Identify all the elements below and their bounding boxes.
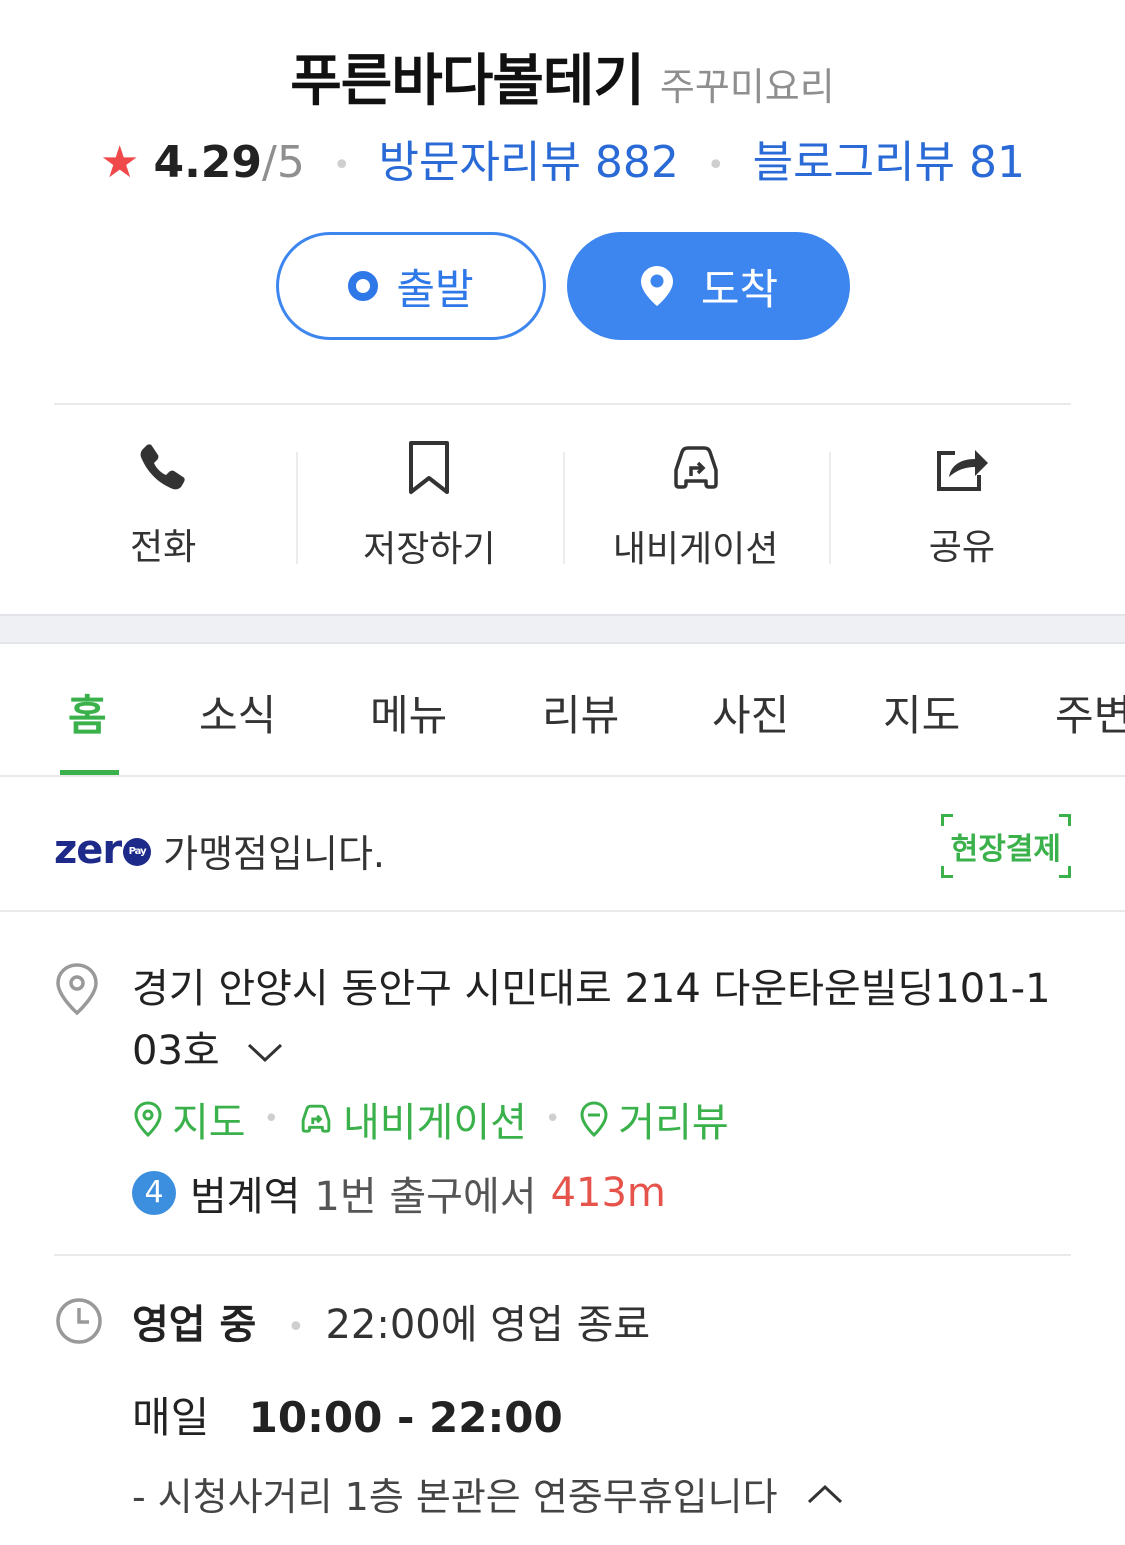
tab-map[interactable]: 지도 <box>883 682 960 743</box>
star-icon: ★ <box>100 137 140 188</box>
active-tab-indicator <box>60 770 119 775</box>
rating-row: ★ 4.29/5 • 방문자리뷰 882 • 블로그리뷰 81 <box>0 126 1125 190</box>
clock-icon <box>56 1298 102 1344</box>
hours-day: 매일 <box>132 1393 210 1442</box>
onsite-payment-badge: 현장결제 <box>940 814 1071 878</box>
separator-dot: • <box>287 1309 305 1345</box>
separator-dot: • <box>706 147 725 183</box>
subway-info: 4 범계역 1번 출구에서 413m <box>132 1164 666 1222</box>
map-link[interactable]: 지도 <box>172 1090 246 1148</box>
address-text[interactable]: 경기 안양시 동안구 시민대로 214 다운타운빌딩101-103호 <box>132 958 1072 1082</box>
tab-menu[interactable]: 메뉴 <box>370 682 447 743</box>
tab-photos[interactable]: 사진 <box>712 682 789 743</box>
chevron-down-icon[interactable] <box>246 1041 284 1065</box>
location-pin-icon <box>640 266 673 306</box>
divider <box>54 1254 1071 1256</box>
separator-dot: • <box>263 1104 279 1134</box>
save-label: 저장하기 <box>363 529 496 570</box>
hours-time: 10:00 - 22:00 <box>248 1393 563 1442</box>
business-hours: 매일 10:00 - 22:00 <box>132 1384 563 1445</box>
place-header: 푸른바다볼테기 주꾸미요리 <box>0 36 1125 117</box>
address-links: 지도 • 내비게이션 • 거리뷰 <box>132 1090 729 1148</box>
tab-news[interactable]: 소식 <box>199 682 276 743</box>
location-pin-icon <box>56 963 98 1016</box>
blog-reviews-link[interactable]: 블로그리뷰 81 <box>753 137 1025 188</box>
start-button[interactable]: 출발 <box>276 232 546 340</box>
arrive-button-label: 도착 <box>700 264 779 314</box>
start-point-icon <box>348 271 379 301</box>
visitor-reviews-link[interactable]: 방문자리뷰 882 <box>379 137 679 188</box>
section-separator <box>0 614 1125 644</box>
chevron-up-icon[interactable] <box>806 1482 844 1506</box>
separator-dot: • <box>332 147 351 183</box>
navigation-action[interactable]: 내비게이션 <box>562 440 829 570</box>
place-title: 푸른바다볼테기 <box>290 49 645 114</box>
separator-dot: • <box>544 1104 561 1134</box>
hours-note[interactable]: - 시청사거리 1층 본관은 연중무휴입니다 <box>132 1466 844 1521</box>
business-status: 영업 중 • 22:00에 영업 종료 <box>132 1292 650 1350</box>
car-navigation-icon <box>301 1104 331 1133</box>
phone-icon <box>140 444 185 490</box>
arrive-button[interactable]: 도착 <box>567 232 850 340</box>
navigation-link[interactable]: 내비게이션 <box>343 1090 527 1148</box>
hours-note-text: - 시청사거리 1층 본관은 연중무휴입니다 <box>132 1475 778 1519</box>
divider <box>54 403 1071 405</box>
navigation-label: 내비게이션 <box>612 529 779 570</box>
station-name: 범계역 <box>190 1174 301 1220</box>
zeropay-row: zer Pay 가맹점입니다. 현장결제 <box>54 800 1071 900</box>
share-action[interactable]: 공유 <box>828 440 1095 570</box>
save-action[interactable]: 저장하기 <box>296 440 562 570</box>
tab-bar: 홈 소식 메뉴 리뷰 사진 지도 주변 <box>0 644 1125 777</box>
station-exit: 1번 출구에서 <box>314 1174 537 1220</box>
street-view-icon <box>580 1101 608 1138</box>
rating-score: 4.29 <box>153 137 263 188</box>
bookmark-icon <box>409 441 450 494</box>
station-distance: 413m <box>550 1170 666 1216</box>
rating-out-of: /5 <box>262 137 305 188</box>
tab-reviews[interactable]: 리뷰 <box>542 682 619 743</box>
subway-line-badge: 4 <box>132 1171 176 1215</box>
map-pin-icon <box>134 1101 162 1138</box>
tab-home[interactable]: 홈 <box>68 682 107 743</box>
call-action[interactable]: 전화 <box>30 440 296 570</box>
open-status: 영업 중 <box>132 1302 257 1348</box>
street-view-link[interactable]: 거리뷰 <box>618 1090 728 1148</box>
start-button-label: 출발 <box>396 264 474 314</box>
place-category: 주꾸미요리 <box>659 65 835 109</box>
share-label: 공유 <box>928 527 995 568</box>
car-navigation-icon <box>673 446 718 489</box>
call-label: 전화 <box>130 527 197 568</box>
action-bar: 전화 저장하기 내비게이션 공유 <box>30 440 1095 570</box>
divider <box>0 910 1125 912</box>
zeropay-logo: zer Pay <box>54 827 152 873</box>
tab-nearby[interactable]: 주변 <box>1055 682 1125 743</box>
zeropay-text: 가맹점입니다. <box>163 831 385 876</box>
share-icon <box>936 450 988 491</box>
closing-time: 22:00에 영업 종료 <box>325 1302 651 1348</box>
